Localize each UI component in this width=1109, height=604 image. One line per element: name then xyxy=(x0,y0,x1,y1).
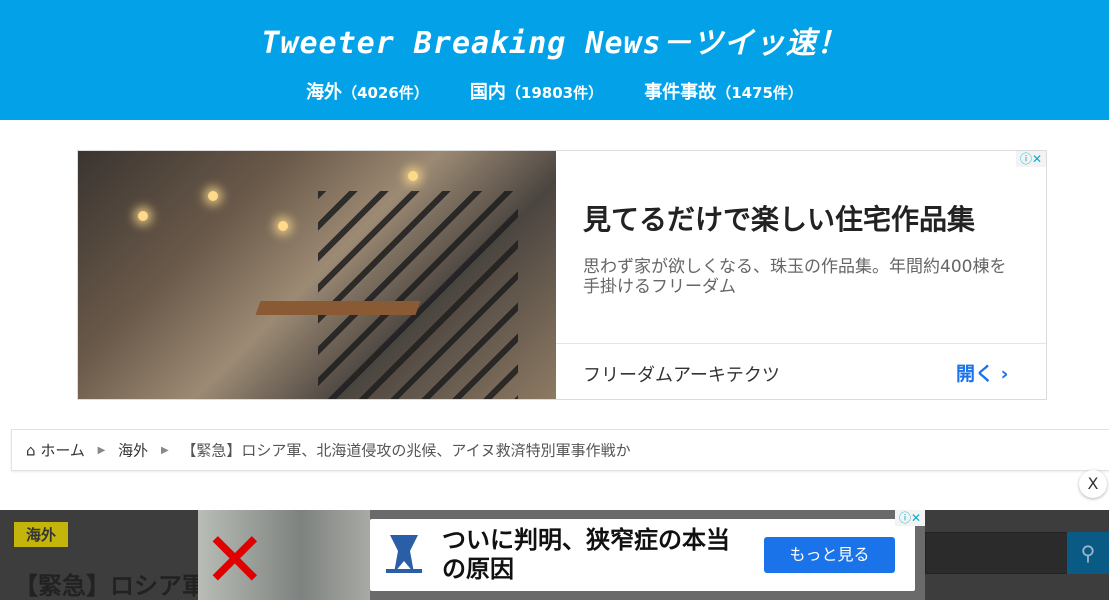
ad-description: 思わず家が欲しくなる、珠玉の作品集。年間約400棟を手掛けるフリーダム xyxy=(583,257,1007,297)
breadcrumb: ⌂ ホーム ▶ 海外 ▶ 【緊急】ロシア軍、北海道侵攻の兆候、アイヌ救済特別軍事… xyxy=(11,429,1109,471)
main-nav: 海外（4026件） 国内（19803件） 事件事故（1475件） xyxy=(0,78,1109,104)
nav-count: （1475件） xyxy=(716,84,803,102)
stairs-graphic xyxy=(318,191,518,399)
nav-count: （4026件） xyxy=(342,84,429,102)
advertiser-logo-icon xyxy=(386,535,422,573)
nav-item-incidents[interactable]: 事件事故（1475件） xyxy=(644,78,803,104)
table-graphic xyxy=(255,301,421,315)
ad-image[interactable] xyxy=(78,151,556,399)
nav-label: 国内 xyxy=(469,82,506,103)
search-input[interactable] xyxy=(925,532,1069,574)
breadcrumb-home-label: ホーム xyxy=(40,441,85,460)
bottom-banner-ad[interactable]: ✕ ついに判明、狭窄症の本当の原因 もっと見る ⓘ✕ xyxy=(198,510,925,600)
nav-label: 海外 xyxy=(306,82,343,103)
chevron-right-icon: ▶ xyxy=(97,444,106,456)
home-icon: ⌂ xyxy=(26,441,36,460)
nav-count: （19803件） xyxy=(505,84,604,102)
ad-advertiser[interactable]: フリーダムアーキテクツ xyxy=(583,361,780,387)
breadcrumb-category[interactable]: 海外 xyxy=(118,442,148,460)
lamp-graphic xyxy=(138,211,148,221)
search-button[interactable]: ⚲ xyxy=(1067,532,1109,574)
breadcrumb-home[interactable]: ⌂ ホーム xyxy=(12,441,85,460)
lamp-graphic xyxy=(408,171,418,181)
nav-label: 事件事故 xyxy=(644,82,717,103)
red-x-icon: ✕ xyxy=(203,515,267,604)
lamp-graphic xyxy=(208,191,218,201)
adchoices-icon[interactable]: ⓘ✕ xyxy=(895,510,925,526)
see-more-button[interactable]: もっと見る xyxy=(764,537,895,573)
ad-image[interactable]: ✕ xyxy=(198,510,370,600)
ad-open-label: 開く xyxy=(956,363,995,385)
display-ad[interactable]: ⓘ✕ 見てるだけで楽しい住宅作品集 思わず家が欲しくなる、珠玉の作品集。年間約4… xyxy=(77,150,1047,400)
adchoices-icon[interactable]: ⓘ✕ xyxy=(1016,151,1046,167)
breadcrumb-current: 【緊急】ロシア軍、北海道侵攻の兆候、アイヌ救済特別軍事作戦か xyxy=(181,441,631,460)
article-category-badge[interactable]: 海外 xyxy=(14,522,69,547)
article-title: 【緊急】ロシア軍 xyxy=(14,572,206,600)
nav-item-overseas[interactable]: 海外（4026件） xyxy=(306,78,429,104)
site-title[interactable]: Tweeter Breaking News－ツイッ速！ xyxy=(0,18,1109,62)
site-header: Tweeter Breaking News－ツイッ速！ 海外（4026件） 国内… xyxy=(0,0,1109,120)
bottom-ad-headline[interactable]: ついに判明、狭窄症の本当の原因 xyxy=(442,526,742,584)
search-icon: ⚲ xyxy=(1080,541,1096,565)
close-ad-button[interactable]: X xyxy=(1079,470,1107,498)
chevron-right-icon: › xyxy=(1000,363,1009,385)
ad-headline[interactable]: 見てるだけで楽しい住宅作品集 xyxy=(583,198,975,238)
ad-card[interactable]: ついに判明、狭窄症の本当の原因 もっと見る xyxy=(370,519,915,591)
lamp-graphic xyxy=(278,221,288,231)
nav-item-domestic[interactable]: 国内（19803件） xyxy=(470,78,603,104)
ad-open-button[interactable]: 開く › xyxy=(956,359,1008,386)
ad-divider xyxy=(556,343,1046,344)
chevron-right-icon: ▶ xyxy=(160,444,169,456)
